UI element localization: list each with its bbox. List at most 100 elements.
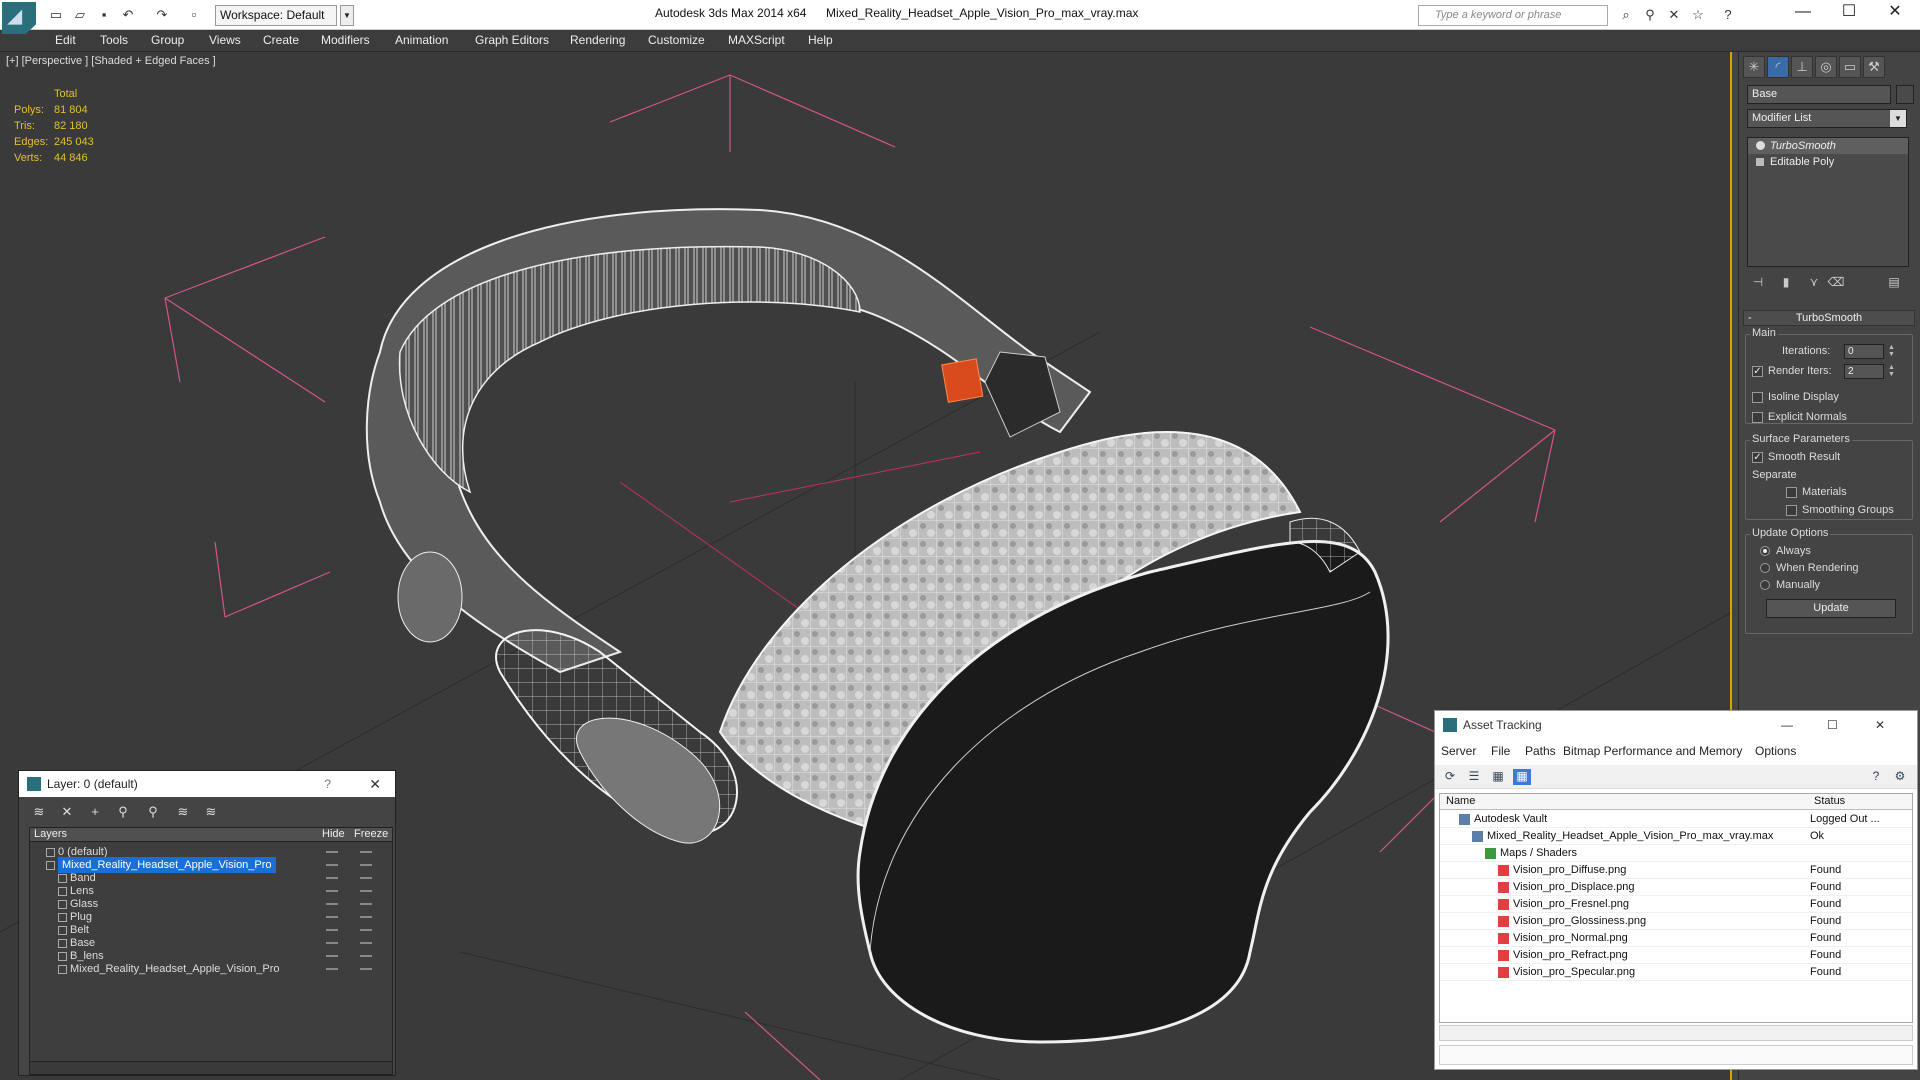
hide-toggle[interactable] (326, 955, 338, 957)
configure-modifier-sets-icon[interactable]: ▤ (1885, 275, 1903, 291)
undo-icon[interactable]: ↶ (120, 7, 136, 23)
menu-modifiers[interactable]: Modifiers (321, 33, 370, 47)
hide-toggle[interactable] (326, 877, 338, 879)
menu-edit[interactable]: Edit (55, 33, 76, 47)
spinner-arrows-icon[interactable]: ▲ ▼ (1888, 364, 1896, 379)
new-file-icon[interactable]: ▭ (48, 7, 64, 23)
stack-item-turbosmooth[interactable]: TurboSmooth (1748, 138, 1908, 154)
menu-tools[interactable]: Tools (100, 33, 128, 47)
iterations-spinner[interactable]: 0 (1844, 344, 1884, 359)
asset-row[interactable]: Vision_pro_Diffuse.png Found (1440, 862, 1912, 879)
horizontal-scrollbar[interactable] (29, 1061, 393, 1075)
save-icon[interactable]: ▪ (96, 7, 112, 23)
update-button[interactable]: Update (1766, 599, 1896, 618)
freeze-toggle[interactable] (360, 916, 372, 918)
hierarchy-tab-icon[interactable]: ⊥ (1791, 56, 1813, 78)
close-button[interactable]: ✕ (1875, 711, 1885, 739)
display-tab-icon[interactable]: ▭ (1839, 56, 1861, 78)
delete-layer-icon[interactable]: ✕ (57, 803, 77, 821)
when-rendering-radio[interactable] (1760, 563, 1770, 573)
motion-tab-icon[interactable]: ◎ (1815, 56, 1837, 78)
asset-menu-server[interactable]: Server (1441, 744, 1476, 758)
help-icon[interactable]: ? (1867, 769, 1885, 785)
hide-toggle[interactable] (326, 968, 338, 970)
freeze-toggle[interactable] (360, 877, 372, 879)
select-layer-icon[interactable]: ⚲ (143, 803, 163, 821)
hide-toggle[interactable] (326, 890, 338, 892)
menu-animation[interactable]: Animation (395, 33, 448, 47)
modify-tab-icon[interactable]: ◜ (1767, 56, 1789, 78)
object-color-swatch[interactable] (1896, 85, 1914, 104)
maximize-button[interactable]: ☐ (1826, 0, 1872, 26)
freeze-toggle[interactable] (360, 942, 372, 944)
asset-menu-options[interactable]: Options (1755, 744, 1796, 758)
asset-row[interactable]: Vision_pro_Refract.png Found (1440, 947, 1912, 964)
asset-menu-paths[interactable]: Paths (1525, 744, 1556, 758)
freeze-toggle[interactable] (360, 864, 372, 866)
menu-rendering[interactable]: Rendering (570, 33, 625, 47)
close-button[interactable]: ✕ (1872, 0, 1918, 26)
settings-icon[interactable]: ⚙ (1891, 769, 1909, 785)
modifier-list-dropdown[interactable]: Modifier List ▼ (1747, 109, 1907, 128)
highlight-layer-icon[interactable]: ≋ (173, 803, 193, 821)
freeze-toggle[interactable] (360, 968, 372, 970)
asset-menu-file[interactable]: File (1491, 744, 1510, 758)
minimize-button[interactable]: — (1780, 0, 1826, 26)
asset-row[interactable]: Vision_pro_Fresnel.png Found (1440, 896, 1912, 913)
favorites-star-icon[interactable]: ☆ (1690, 7, 1706, 23)
close-icon[interactable]: ✕ (369, 771, 381, 797)
explicit-normals-checkbox[interactable] (1752, 412, 1763, 423)
create-layer-icon[interactable]: ≋ (29, 803, 49, 821)
manually-radio[interactable] (1760, 580, 1770, 590)
hide-toggle[interactable] (326, 916, 338, 918)
make-unique-icon[interactable]: ⋎ (1805, 275, 1823, 291)
remove-modifier-icon[interactable]: ⌫ (1827, 275, 1845, 291)
menu-graph-editors[interactable]: Graph Editors (475, 33, 549, 47)
create-tab-icon[interactable]: ✳ (1743, 56, 1765, 78)
utilities-tab-icon[interactable]: ⚒ (1863, 56, 1885, 78)
open-file-icon[interactable]: ▱ (72, 7, 88, 23)
add-to-layer-icon[interactable]: + (85, 803, 105, 821)
pin-stack-icon[interactable]: ⊣ (1749, 275, 1767, 291)
hide-toggle[interactable] (326, 929, 338, 931)
project-folder-icon[interactable]: ▫ (186, 7, 202, 23)
list-view-icon[interactable]: ☰ (1465, 769, 1483, 785)
asset-row[interactable]: Vision_pro_Displace.png Found (1440, 879, 1912, 896)
object-name-field[interactable]: Base (1747, 85, 1891, 104)
stack-item-editable-poly[interactable]: Editable Poly (1748, 154, 1908, 170)
hide-toggle[interactable] (326, 903, 338, 905)
help-icon[interactable]: ? (1720, 7, 1736, 23)
freeze-toggle[interactable] (360, 890, 372, 892)
isoline-display-checkbox[interactable] (1752, 392, 1763, 403)
redo-icon[interactable]: ↷ (154, 7, 170, 23)
tree-view-icon[interactable]: ▦ (1489, 769, 1507, 785)
subscription-icon[interactable]: ✕ (1666, 7, 1682, 23)
render-iters-checkbox[interactable]: ✓ (1752, 366, 1763, 377)
lightbulb-icon[interactable] (1756, 141, 1765, 150)
asset-row[interactable]: Autodesk Vault Logged Out ... (1440, 811, 1912, 828)
hide-toggle[interactable] (326, 942, 338, 944)
layer-object-row[interactable]: Mixed_Reality_Headset_Apple_Vision_Pro (30, 961, 392, 977)
asset-menu-bitmap[interactable]: Bitmap Performance and Memory (1563, 744, 1742, 758)
smooth-result-checkbox[interactable]: ✓ (1752, 452, 1763, 463)
smoothing-groups-checkbox[interactable] (1786, 505, 1797, 516)
asset-row[interactable]: Maps / Shaders (1440, 845, 1912, 862)
workspace-dropdown[interactable]: Workspace: Default (215, 5, 337, 26)
menu-views[interactable]: Views (209, 33, 241, 47)
search-input[interactable]: Type a keyword or phrase (1418, 5, 1608, 26)
asset-row[interactable]: Mixed_Reality_Headset_Apple_Vision_Pro_m… (1440, 828, 1912, 845)
search-icon[interactable]: ⚲ (1642, 7, 1658, 23)
freeze-toggle[interactable] (360, 929, 372, 931)
refresh-icon[interactable]: ⟳ (1441, 769, 1459, 785)
rollout-header[interactable]: - TurboSmooth (1743, 310, 1915, 326)
hide-toggle[interactable] (326, 864, 338, 866)
horizontal-scrollbar[interactable] (1439, 1025, 1913, 1041)
menu-create[interactable]: Create (263, 33, 299, 47)
menu-customize[interactable]: Customize (648, 33, 705, 47)
menu-maxscript[interactable]: MAXScript (728, 33, 785, 47)
spinner-arrows-icon[interactable]: ▲ ▼ (1888, 344, 1896, 359)
minimize-button[interactable]: — (1781, 711, 1793, 739)
show-end-result-icon[interactable]: ▮ (1777, 275, 1795, 291)
asset-row[interactable]: Vision_pro_Normal.png Found (1440, 930, 1912, 947)
freeze-toggle[interactable] (360, 903, 372, 905)
